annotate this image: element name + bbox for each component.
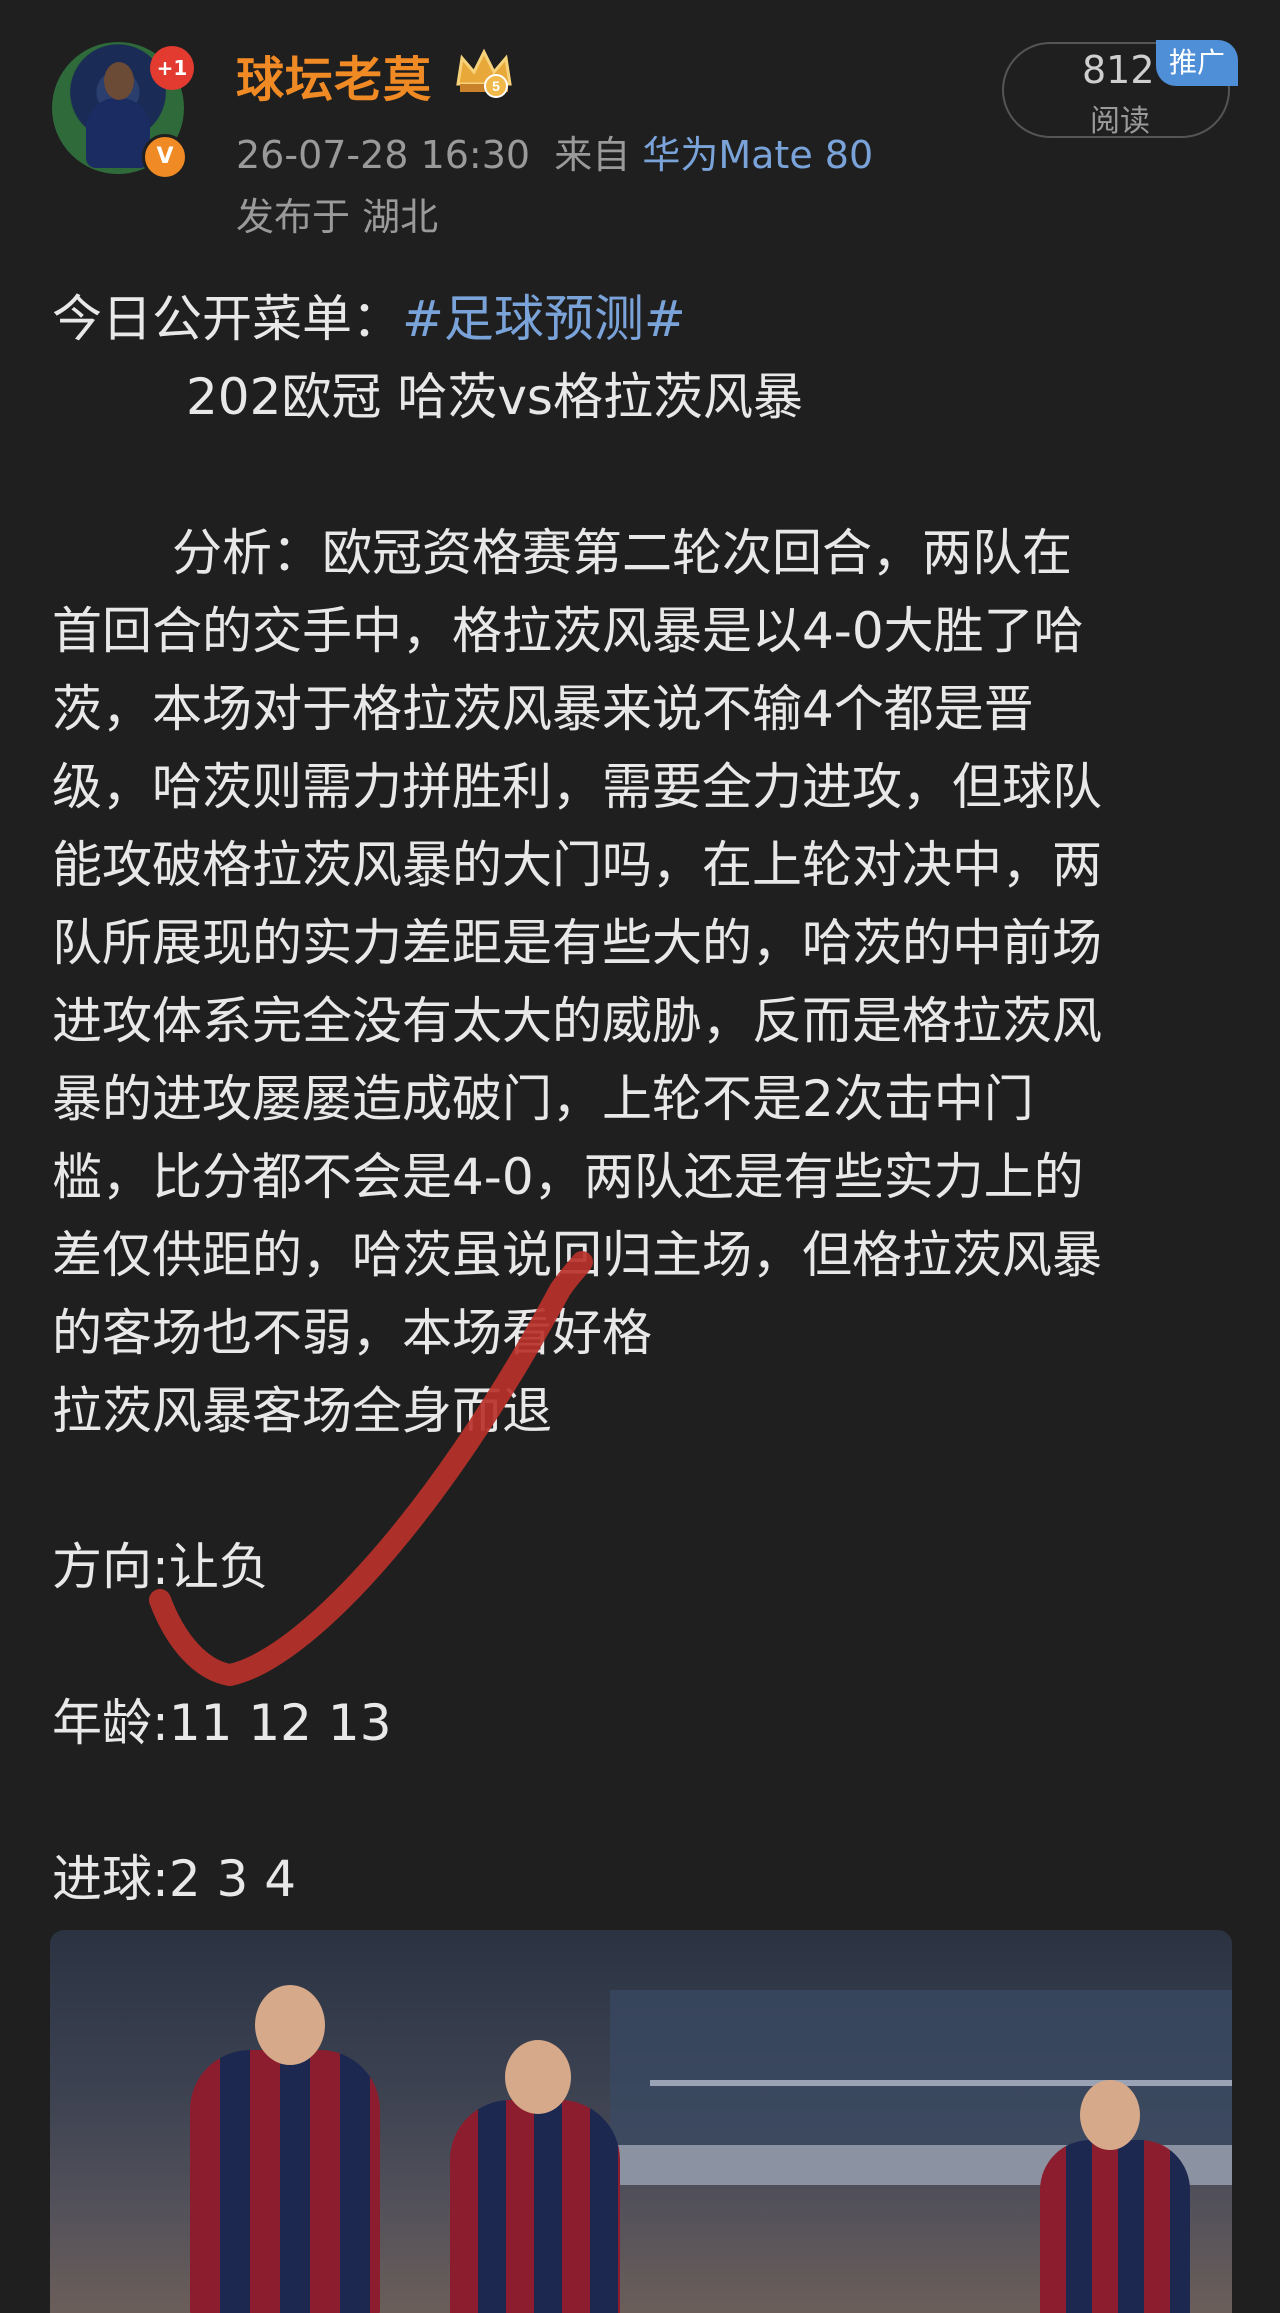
player-figure [450, 2100, 620, 2313]
hashtag-link[interactable]: #足球预测# [402, 290, 686, 348]
analysis-line: 队所展现的实力差距是有些大的，哈茨的中前场 [52, 914, 1102, 972]
direction-line: 方向:让负 [52, 1538, 269, 1596]
promote-badge[interactable]: 推广 [1156, 40, 1238, 86]
player-face [255, 1985, 325, 2065]
post-timestamp: 26-07-28 16:30 [236, 133, 531, 177]
age-line: 年龄:11 12 13 [52, 1694, 392, 1752]
post-location: 发布于 湖北 [236, 195, 439, 239]
svg-text:5: 5 [492, 78, 500, 94]
analysis-line: 的客场也不弱，本场看好格 [52, 1304, 652, 1362]
analysis-line: 分析：欧冠资格赛第二轮次回合，两队在 [172, 524, 1072, 582]
post-image[interactable] [50, 1930, 1232, 2313]
analysis-line: 拉茨风暴客场全身而退 [52, 1382, 552, 1440]
read-count: 812 [1082, 48, 1155, 92]
analysis-line: 暴的进攻屡屡造成破门，上轮不是2次击中门 [52, 1070, 1034, 1128]
stadium-rail [650, 2080, 1232, 2086]
avatar-plus-badge: +1 [150, 46, 194, 90]
avatar-jersey [86, 98, 150, 168]
analysis-line: 茨，本场对于格拉茨风暴来说不输4个都是晋 [52, 680, 1034, 738]
player-figure [1040, 2140, 1190, 2313]
analysis-line: 级，哈茨则需力拼胜利，需要全力进攻，但球队 [52, 758, 1102, 816]
player-face [505, 2040, 571, 2114]
analysis-line: 能攻破格拉茨风暴的大门吗，在上轮对决中，两 [52, 836, 1102, 894]
analysis-line: 首回合的交手中，格拉茨风暴是以4-0大胜了哈 [52, 602, 1084, 660]
post-meta: 26-07-28 16:30 来自 华为Mate 80 [236, 124, 873, 179]
crown-level-icon: 5 [456, 48, 512, 98]
player-figure [190, 2050, 380, 2313]
device-link[interactable]: 华为Mate 80 [642, 133, 873, 177]
intro-line: 今日公开菜单：#足球预测# [52, 280, 1232, 358]
read-label: 阅读 [1090, 104, 1150, 139]
analysis-line: 进攻体系完全没有太大的威胁，反而是格拉茨风 [52, 992, 1102, 1050]
match-line: 202欧冠 哈茨vs格拉茨风暴 [186, 368, 803, 426]
analysis-line: 差仅供距的，哈茨虽说回归主场，但格拉茨风暴 [52, 1226, 1102, 1284]
analysis-line: 槛，比分都不会是4-0，两队还是有些实力上的 [52, 1148, 1084, 1206]
verified-icon: V [142, 134, 188, 180]
player-face [1080, 2080, 1140, 2150]
avatar-head [104, 62, 134, 100]
post-header: +1 V 球坛老莫 5 26-07-28 16:30 来自 华为Mate 80 … [0, 0, 1280, 260]
post-body: 今日公开菜单：#足球预测# 202欧冠 哈茨vs格拉茨风暴 分析：欧冠资格赛第二… [52, 280, 1232, 1918]
from-label: 来自 [554, 133, 631, 177]
intro-prefix: 今日公开菜单： [52, 290, 402, 348]
author-name[interactable]: 球坛老莫 [236, 40, 432, 110]
goals-line: 进球:2 3 4 [52, 1850, 297, 1908]
